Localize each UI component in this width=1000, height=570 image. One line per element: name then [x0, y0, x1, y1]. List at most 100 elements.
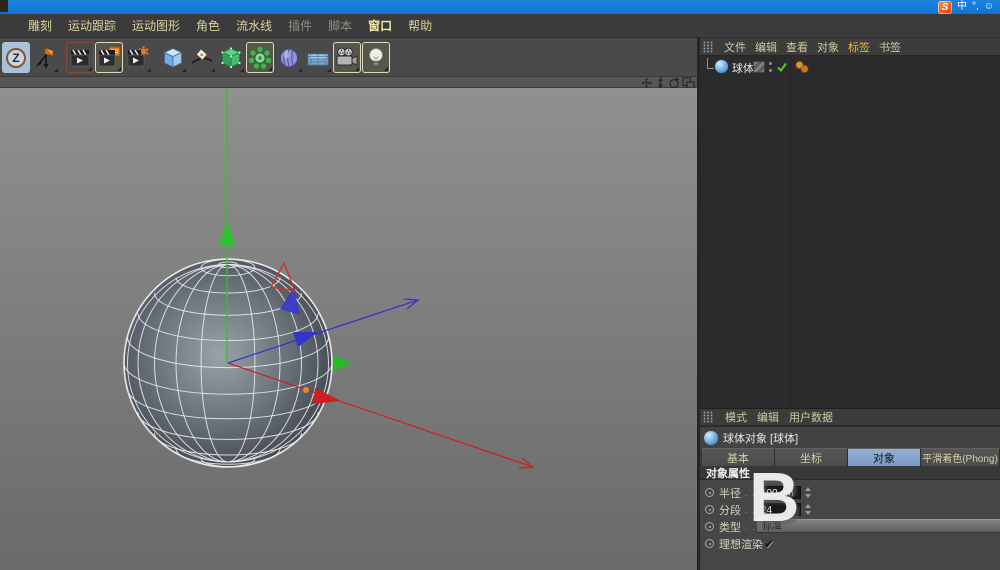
tab-phong[interactable]: 平滑着色(Phong) — [921, 448, 1000, 466]
ideal-render-row: 理想渲染 ✔ — [700, 535, 1000, 552]
om-menu-view[interactable]: 查看 — [786, 39, 808, 55]
enabled-check-icon[interactable] — [776, 61, 788, 73]
right-panel: 文件 编辑 查看 对象 标签 书签 球体 — [700, 38, 1000, 570]
am-menu-edit[interactable]: 编辑 — [757, 409, 779, 425]
app-icon — [0, 0, 8, 12]
menu-script[interactable]: 脚本 — [328, 17, 352, 34]
render-settings-button[interactable] — [124, 42, 152, 73]
type-dropdown[interactable]: 标准 — [757, 519, 1000, 533]
attribute-tabs: 基本 坐标 对象 平滑着色(Phong) — [700, 448, 1000, 466]
sphere-object-icon[interactable] — [715, 60, 728, 73]
menu-motion-tracking[interactable]: 运动跟踪 — [68, 17, 116, 34]
viewport-header — [0, 76, 698, 88]
type-row: 类型 . . . 标准 — [700, 518, 1000, 535]
tab-coordinates[interactable]: 坐标 — [775, 448, 848, 466]
sphere-object-icon — [704, 431, 718, 445]
window-titlebar: S 中 °, ☺ — [0, 0, 1000, 14]
ime-tray: S 中 °, ☺ — [938, 0, 994, 14]
attribute-object-header: 球体对象 [球体] — [700, 427, 1000, 448]
cube-primitive-icon — [161, 46, 185, 70]
type-label: 类型 — [719, 519, 741, 535]
ime-lang-toggle[interactable]: 中 — [957, 0, 967, 14]
phong-tag-icon[interactable] — [794, 60, 810, 74]
viewport-background — [0, 88, 698, 570]
render-clapperboard-icon — [68, 46, 92, 70]
object-tree[interactable]: 球体 — [700, 56, 1000, 408]
radius-label: 半径 — [719, 485, 741, 501]
ime-emoji-icon[interactable]: ☺ — [984, 0, 994, 14]
segments-spinner[interactable] — [804, 503, 812, 516]
tab-basic[interactable]: 基本 — [702, 448, 775, 466]
tab-object[interactable]: 对象 — [848, 448, 921, 466]
keyframe-circle-icon[interactable] — [705, 488, 714, 497]
menu-plugins[interactable]: 插件 — [288, 17, 312, 34]
sogou-ime-icon[interactable]: S — [938, 1, 952, 14]
viewport-panel — [0, 76, 698, 570]
add-primitive-button[interactable] — [159, 42, 187, 73]
main-toolbar: Z — [0, 39, 698, 76]
menu-window[interactable]: 窗口 — [368, 17, 392, 34]
add-camera-button[interactable] — [333, 42, 361, 73]
om-menu-object[interactable]: 对象 — [817, 39, 839, 55]
render-settings-gear-icon — [126, 46, 150, 70]
main-menubar: 雕刻 运动跟踪 运动图形 角色 流水线 插件 脚本 窗口 帮助 — [0, 14, 1000, 38]
segments-row: 分段 . . . 24 — [700, 501, 1000, 518]
keyframe-circle-icon[interactable] — [705, 539, 714, 548]
om-menu-bookmarks[interactable]: 书签 — [879, 39, 901, 55]
am-menu-mode[interactable]: 模式 — [725, 409, 747, 425]
ime-punct-toggle[interactable]: °, — [972, 0, 979, 14]
z-tool-button[interactable]: Z — [2, 42, 30, 73]
generator-cube-icon — [219, 46, 243, 70]
layer-swatch[interactable] — [753, 61, 765, 73]
keyframe-circle-icon[interactable] — [705, 505, 714, 514]
ideal-render-checkbox[interactable]: ✔ — [764, 537, 774, 551]
spline-pen-icon — [190, 46, 214, 70]
radius-input[interactable]: 100 cm — [757, 486, 801, 499]
menu-character[interactable]: 角色 — [196, 17, 220, 34]
add-generator-button[interactable] — [217, 42, 245, 73]
object-manager-menubar: 文件 编辑 查看 对象 标签 书签 — [700, 38, 1000, 56]
keyframe-circle-icon[interactable] — [705, 522, 714, 531]
camera-icon — [335, 46, 359, 70]
axis-workplane-button[interactable] — [31, 42, 59, 73]
object-properties-header: 对象属性 — [700, 466, 1000, 480]
menu-help[interactable]: 帮助 — [408, 17, 432, 34]
panel-grip-icon[interactable] — [703, 41, 713, 53]
radius-row: 半径 . . . 100 cm — [700, 484, 1000, 501]
radius-spinner[interactable] — [804, 486, 812, 499]
add-environment-button[interactable] — [275, 42, 303, 73]
add-spline-button[interactable] — [188, 42, 216, 73]
gizmo-center-dot[interactable] — [303, 387, 309, 393]
purple-sphere-icon — [277, 46, 301, 70]
menu-sculpt[interactable]: 雕刻 — [28, 17, 52, 34]
light-bulb-icon — [364, 46, 388, 70]
object-name[interactable]: 球体 — [732, 60, 754, 76]
menu-mograph[interactable]: 运动图形 — [132, 17, 180, 34]
render-to-picture-viewer-button[interactable] — [95, 42, 123, 73]
om-menu-file[interactable]: 文件 — [724, 39, 746, 55]
z-tool-icon: Z — [6, 48, 26, 68]
segments-label: 分段 — [719, 502, 741, 518]
axis-cube-icon — [33, 46, 57, 70]
om-menu-edit[interactable]: 编辑 — [755, 39, 777, 55]
deformer-gear-icon — [248, 46, 272, 70]
attribute-body: 半径 . . . 100 cm 分段 . . . 24 类型 . . . 标准 … — [700, 480, 1000, 570]
panel-grip-icon[interactable] — [703, 411, 713, 423]
menu-pipeline[interactable]: 流水线 — [236, 17, 272, 34]
om-menu-tags[interactable]: 标签 — [848, 39, 870, 55]
ideal-render-label: 理想渲染 — [719, 536, 763, 552]
tree-column-divider — [790, 56, 791, 408]
attribute-object-title: 球体对象 [球体] — [723, 430, 798, 446]
visibility-dots[interactable] — [769, 62, 773, 73]
attribute-manager-menubar: 模式 编辑 用户数据 — [700, 408, 1000, 426]
segments-input[interactable]: 24 — [757, 503, 801, 516]
add-deformer-button[interactable] — [246, 42, 274, 73]
render-view-button[interactable] — [66, 42, 94, 73]
add-light-button[interactable] — [362, 42, 390, 73]
floor-grid-icon — [306, 46, 330, 70]
hierarchy-line — [707, 58, 714, 69]
add-floor-button[interactable] — [304, 42, 332, 73]
object-row-sphere[interactable]: 球体 — [700, 58, 1000, 76]
viewport-canvas[interactable] — [0, 88, 698, 570]
am-menu-userdata[interactable]: 用户数据 — [789, 409, 833, 425]
